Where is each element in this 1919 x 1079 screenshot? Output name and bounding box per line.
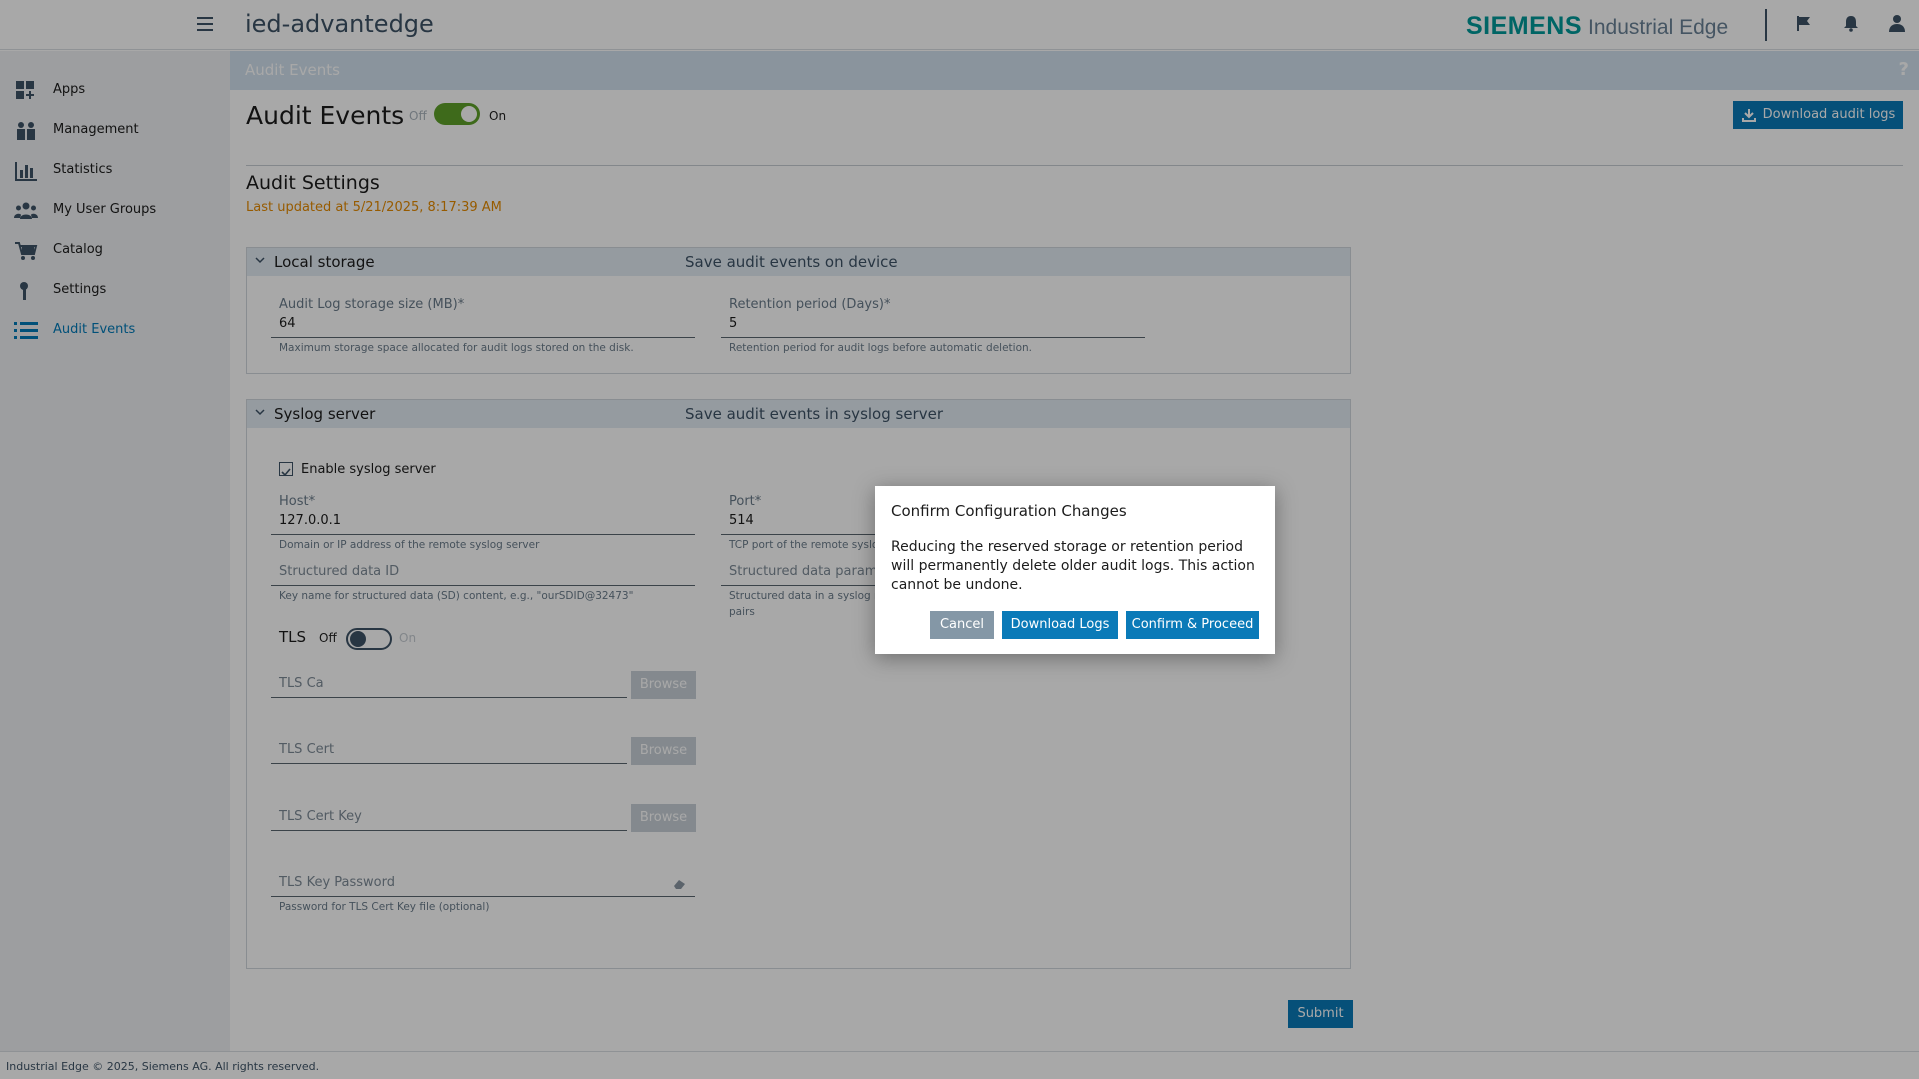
dialog-title: Confirm Configuration Changes xyxy=(891,502,1127,520)
confirm-dialog: Confirm Configuration Changes Reducing t… xyxy=(875,486,1275,654)
confirm-proceed-button[interactable]: Confirm & Proceed xyxy=(1126,611,1259,639)
dialog-message: Reducing the reserved storage or retenti… xyxy=(891,539,1255,593)
download-logs-button[interactable]: Download Logs xyxy=(1002,611,1118,639)
cancel-button[interactable]: Cancel xyxy=(930,611,994,639)
